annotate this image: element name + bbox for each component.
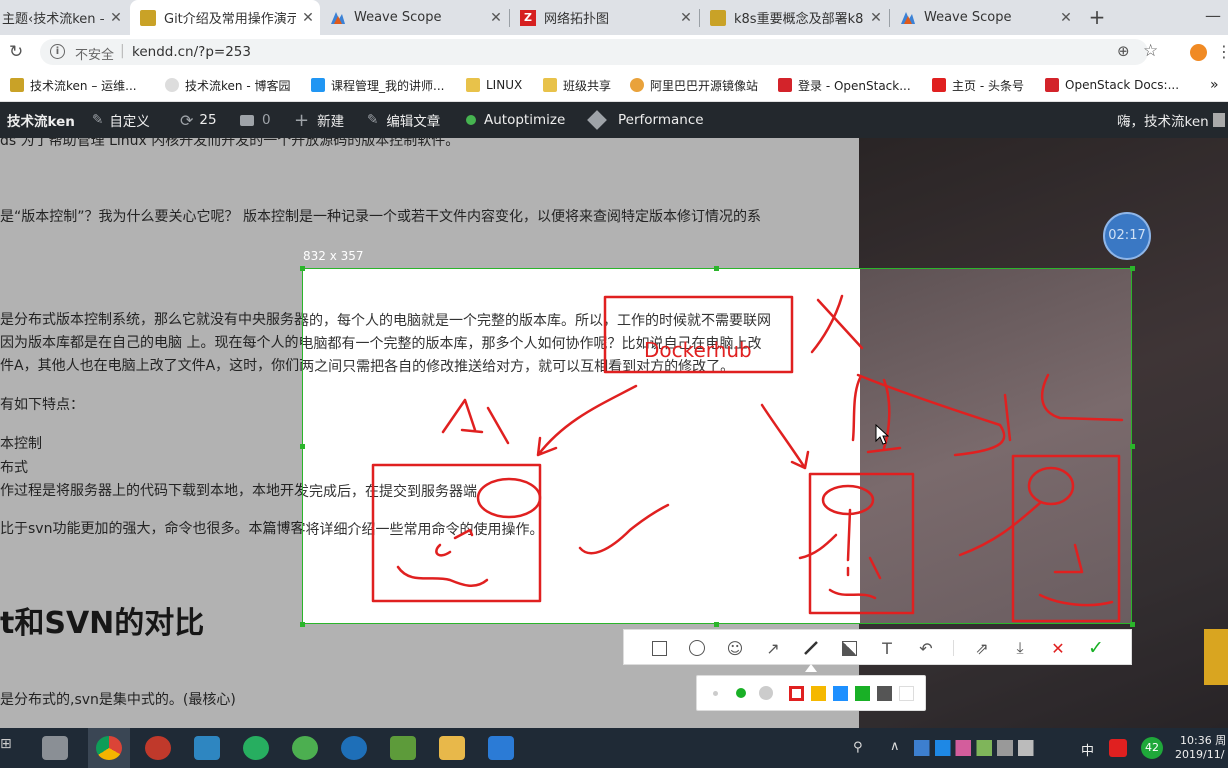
back-to-top-button[interactable] [1204, 629, 1228, 685]
color-swatch-blue[interactable] [833, 686, 848, 701]
text-icon[interactable]: T [876, 637, 898, 659]
annotation-stroke [435, 528, 474, 557]
download-icon[interactable]: ⤓ [1009, 637, 1031, 659]
annotation-stroke [828, 588, 877, 600]
tray-icons[interactable] [914, 740, 1044, 756]
annotation-ellipse [476, 477, 542, 519]
annotation-stroke [578, 503, 670, 555]
undo-icon[interactable]: ↶ [915, 637, 937, 659]
confirm-icon[interactable]: ✓ [1085, 637, 1107, 659]
annotation-stroke [958, 501, 1114, 607]
people-icon[interactable]: ⚲ [853, 740, 863, 755]
app-icon[interactable] [488, 736, 514, 760]
annotation-stroke [798, 508, 882, 580]
arrow-icon[interactable]: ↗ [762, 637, 784, 659]
annotation-stroke [441, 398, 510, 445]
color-swatch-gray[interactable] [877, 686, 892, 701]
folder-icon[interactable] [439, 736, 465, 760]
color-swatch-white[interactable] [899, 686, 914, 701]
taskview-icon[interactable]: ⊞ [0, 736, 14, 760]
brush-size-medium[interactable] [736, 688, 746, 698]
app-icon[interactable] [42, 736, 68, 760]
annotation-stroke [760, 403, 810, 470]
chrome-icon[interactable] [96, 736, 122, 760]
color-swatch-red[interactable] [789, 686, 804, 701]
annotation-stroke [536, 384, 638, 457]
rectangle-icon[interactable] [648, 637, 670, 659]
mosaic-icon[interactable] [838, 637, 860, 659]
app-icon[interactable] [341, 736, 367, 760]
brush-size-small[interactable] [713, 691, 718, 696]
color-panel [696, 675, 926, 711]
color-swatch-yellow[interactable] [811, 686, 826, 701]
toolbar-divider [953, 640, 954, 656]
annotation-ellipse [1027, 466, 1075, 506]
share-icon[interactable]: ⇗ [971, 637, 993, 659]
emoji-icon[interactable]: ☺ [724, 637, 746, 659]
pen-icon[interactable] [800, 637, 822, 659]
wechat-icon[interactable] [243, 736, 269, 760]
recording-timer[interactable]: 02:17 [1103, 212, 1151, 260]
panel-pointer [805, 664, 817, 672]
ime-indicator[interactable]: 中 [1081, 740, 1094, 759]
clock-time[interactable]: 10:36 周 [1180, 732, 1226, 748]
app-icon[interactable] [194, 736, 220, 760]
notification-badge[interactable]: 42 [1141, 737, 1163, 759]
app-icon[interactable] [145, 736, 171, 760]
annotation-text: Dockerhub [644, 338, 752, 362]
brush-size-large[interactable] [759, 686, 773, 700]
annotation-stroke [810, 294, 864, 354]
annotation-stroke [396, 565, 489, 587]
annotation-ellipse [821, 484, 875, 516]
ellipse-icon[interactable] [686, 637, 708, 659]
mouse-cursor-icon [875, 424, 889, 445]
cancel-icon[interactable]: ✕ [1047, 637, 1069, 659]
clock-date[interactable]: 2019/11/ [1175, 748, 1224, 761]
annotation-stroke [1003, 373, 1124, 442]
screenshot-toolbar: ☺ ↗ T ↶ ⇗ ⤓ ✕ ✓ [623, 629, 1132, 665]
chevron-up-icon[interactable]: ∧ [890, 739, 900, 754]
app-icon[interactable] [390, 736, 416, 760]
sogou-icon[interactable] [1109, 739, 1127, 757]
app-icon[interactable] [292, 736, 318, 760]
color-swatch-green[interactable] [855, 686, 870, 701]
annotation-rect [371, 463, 542, 603]
taskbar: ⊞ ⚲ ∧ 中 42 10:36 周 2019/11/ [0, 728, 1228, 768]
